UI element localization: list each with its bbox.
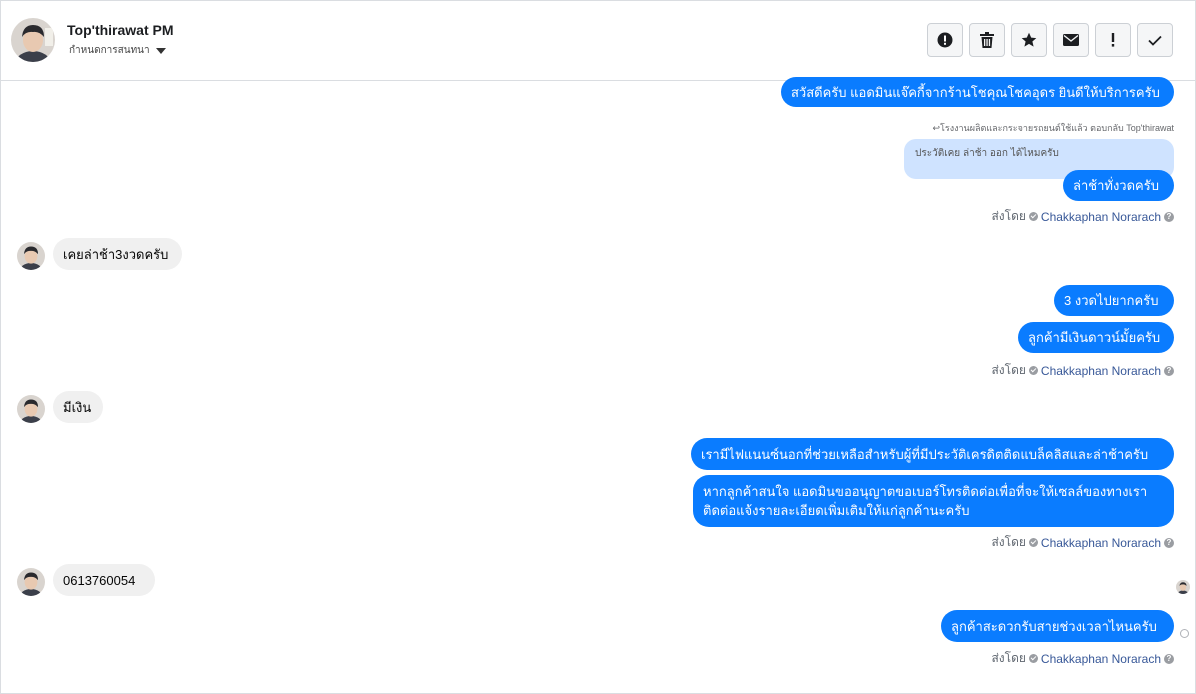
sent-by-prefix: ส่งโดย [991, 535, 1026, 549]
incoming-message[interactable]: เคยล่าช้า3งวดครับ [53, 238, 182, 270]
agent-name-link[interactable]: Chakkaphan Norarach [1041, 210, 1161, 224]
mark-done-button[interactable] [1137, 23, 1173, 57]
mark-spam-button[interactable] [927, 23, 963, 57]
conversation-schedule-label: กำหนดการสนทนา [69, 45, 150, 56]
verified-icon [1028, 366, 1038, 375]
mark-unread-button[interactable] [1053, 23, 1089, 57]
outgoing-message[interactable]: ลูกค้าสะดวกรับสายช่วงเวลาไหนครับ [941, 610, 1174, 642]
chat-header: Top'thirawat PM กำหนดการสนทนา [1, 1, 1195, 81]
conversation-schedule-dropdown[interactable]: กำหนดการสนทนา [69, 43, 166, 58]
sent-by-prefix: ส่งโดย [991, 209, 1026, 223]
help-icon[interactable]: ? [1164, 211, 1174, 222]
agent-name-link[interactable]: Chakkaphan Norarach [1041, 536, 1161, 550]
contact-avatar-small [17, 568, 45, 596]
caret-down-icon [155, 47, 166, 54]
help-icon[interactable]: ? [1164, 365, 1174, 376]
star-icon [1021, 32, 1037, 47]
outgoing-message[interactable]: ลูกค้ามีเงินดาวน์มั้ยครับ [1018, 322, 1174, 353]
contact-avatar[interactable] [11, 18, 55, 62]
sent-by-prefix: ส่งโดย [991, 651, 1026, 665]
envelope-icon [1063, 34, 1079, 46]
follow-up-button[interactable] [1095, 23, 1131, 57]
conversation-toolbar [927, 23, 1173, 57]
outgoing-message[interactable]: 3 งวดไปยากครับ [1054, 285, 1174, 316]
sent-by-line: ส่งโดย Chakkaphan Norarach ? [991, 361, 1174, 380]
outgoing-message[interactable]: เรามีไฟแนนซ์นอกที่ช่วยเหลือสำหรับผู้ที่ม… [691, 438, 1174, 470]
verified-icon [1028, 212, 1038, 221]
star-button[interactable] [1011, 23, 1047, 57]
sent-by-prefix: ส่งโดย [991, 363, 1026, 377]
contact-avatar-small [17, 395, 45, 423]
reply-indicator: ↩︎โรงงานผลิตและกระจายรถยนต์ใช้แล้ว ตอบกล… [932, 123, 1174, 133]
sent-by-line: ส่งโดย Chakkaphan Norarach ? [991, 533, 1174, 552]
trash-icon [980, 32, 994, 48]
help-icon[interactable]: ? [1164, 537, 1174, 548]
sent-by-line: ส่งโดย Chakkaphan Norarach ? [991, 649, 1174, 668]
contact-name: Top'thirawat PM [67, 22, 174, 38]
outgoing-message[interactable]: สวัสดีครับ แอดมินแจ๊คกี้จากร้านโชคุณโชคอ… [781, 77, 1174, 107]
agent-name-link[interactable]: Chakkaphan Norarach [1041, 652, 1161, 666]
contact-avatar-small [17, 242, 45, 270]
delete-button[interactable] [969, 23, 1005, 57]
check-icon [1148, 35, 1162, 46]
verified-icon [1028, 538, 1038, 547]
incoming-message[interactable]: มีเงิน [53, 391, 103, 423]
outgoing-message[interactable]: หากลูกค้าสนใจ แอดมินขออนุญาตขอเบอร์โทรติ… [693, 475, 1174, 527]
incoming-message[interactable]: 0613760054 [53, 564, 155, 596]
alert-circle-icon [937, 32, 953, 48]
exclamation-icon [1111, 33, 1115, 47]
help-icon[interactable]: ? [1164, 653, 1174, 664]
sent-by-line: ส่งโดย Chakkaphan Norarach ? [991, 207, 1174, 226]
outgoing-message[interactable]: ล่าช้าทั่งวดครับ [1063, 170, 1174, 201]
agent-name-link[interactable]: Chakkaphan Norarach [1041, 364, 1161, 378]
verified-icon [1028, 654, 1038, 663]
sent-status-icon [1180, 629, 1189, 638]
seen-avatar [1176, 580, 1190, 594]
